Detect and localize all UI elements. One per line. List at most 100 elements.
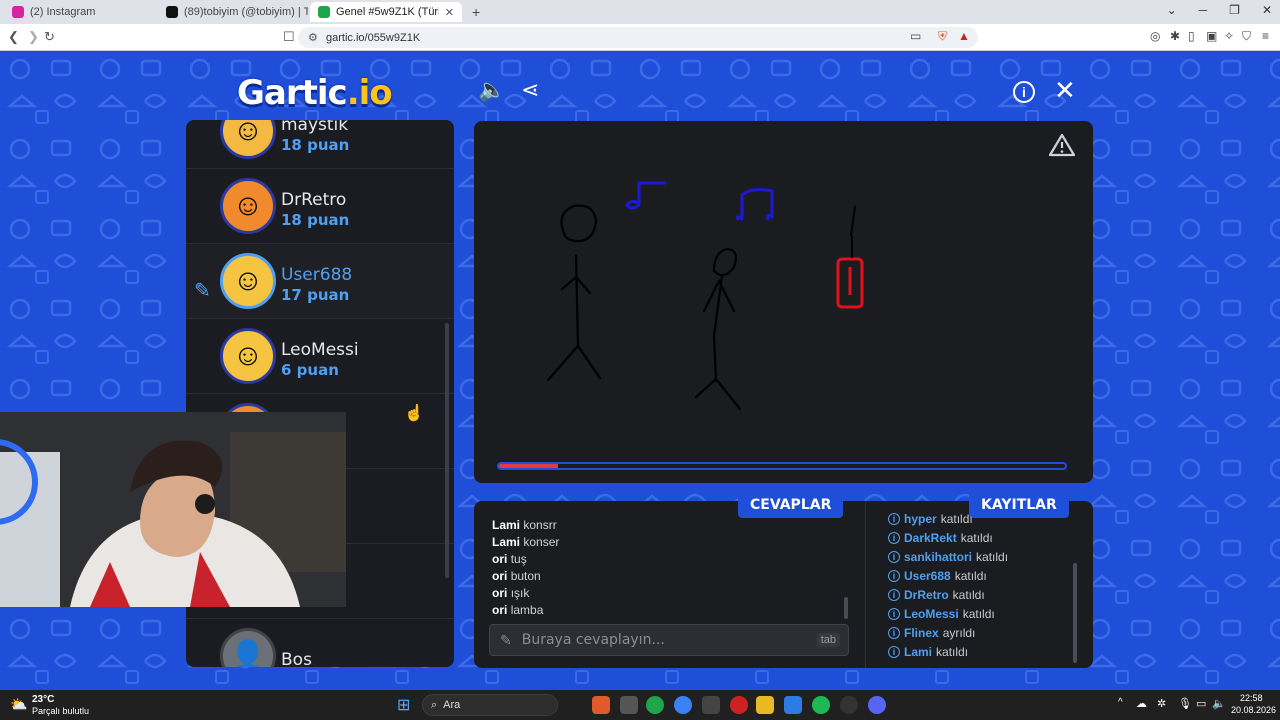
windows-start-icon[interactable]: ⊞ bbox=[397, 695, 410, 715]
tray-icon[interactable]: ✲ bbox=[1157, 697, 1166, 710]
answer-item: ori buton bbox=[492, 569, 541, 583]
round-timer-bar bbox=[497, 462, 1067, 470]
player-row[interactable]: 👤 Bos bbox=[186, 619, 454, 667]
browser-tab-active[interactable]: Genel #5w9Z1K (Türkçe) - Gartic ✕ bbox=[310, 2, 462, 22]
info-icon[interactable]: i bbox=[1013, 81, 1035, 103]
puzzle-icon[interactable]: ✱ bbox=[1170, 29, 1180, 43]
clock-time[interactable]: 22:58 bbox=[1240, 693, 1263, 703]
vpn-icon[interactable]: ⛉ bbox=[1242, 29, 1251, 44]
network-icon[interactable]: ▭ bbox=[1196, 697, 1206, 710]
player-row[interactable]: ☺ LeoMessi 6 puan bbox=[186, 319, 454, 394]
gartic-icon bbox=[318, 6, 330, 18]
player-row[interactable]: ☺ maystik 18 puan bbox=[186, 120, 454, 169]
url-field[interactable]: ⚙ gartic.io/055w9Z1K bbox=[298, 27, 978, 48]
log-item: i DrRetro katıldı bbox=[888, 588, 985, 602]
tab-key-hint: tab bbox=[816, 633, 840, 647]
tiktok-icon bbox=[166, 6, 178, 18]
clock-date[interactable]: 20.08.2026 bbox=[1231, 705, 1276, 715]
leo-icon[interactable]: ✧ bbox=[1224, 29, 1234, 43]
log-item: i sankihattori katıldı bbox=[888, 550, 1008, 564]
weather-icon[interactable]: ⛅ bbox=[10, 696, 27, 713]
spotify-icon[interactable] bbox=[812, 696, 830, 714]
app-icon[interactable] bbox=[620, 696, 638, 714]
player-name: DrRetro bbox=[281, 190, 347, 210]
sidebar-icon[interactable]: ▯ bbox=[1188, 29, 1195, 43]
player-row[interactable]: ☺ DrRetro 18 puan bbox=[186, 169, 454, 244]
logs-scrollbar[interactable] bbox=[1073, 563, 1077, 663]
chevron-down-icon[interactable]: ⌄ bbox=[1167, 3, 1177, 17]
forward-icon[interactable]: ❯ bbox=[28, 29, 39, 45]
log-item: i hyper katıldı bbox=[888, 512, 973, 526]
share-icon[interactable]: ⋖ bbox=[521, 77, 539, 103]
volume-icon[interactable]: 🔈 bbox=[1212, 697, 1226, 710]
gartic-logo[interactable]: Gartic.io bbox=[237, 73, 393, 113]
logo-io-text: .io bbox=[346, 73, 393, 113]
wallet-icon[interactable]: ▣ bbox=[1206, 29, 1217, 43]
discord-icon[interactable] bbox=[868, 696, 886, 714]
app-icon[interactable] bbox=[730, 696, 748, 714]
browser-tab[interactable]: (2) Instagram bbox=[4, 2, 156, 22]
smiley-avatar-icon: ☺ bbox=[232, 120, 264, 147]
answer-item: ori tuş bbox=[492, 552, 527, 566]
app-icon[interactable] bbox=[702, 696, 720, 714]
drawing bbox=[546, 181, 864, 411]
weather-desc[interactable]: Parçalı bulutlu bbox=[32, 706, 89, 716]
maximize-icon[interactable]: ❐ bbox=[1229, 3, 1240, 17]
reload-icon[interactable]: ↻ bbox=[44, 29, 55, 45]
menu-icon[interactable]: ≡ bbox=[1262, 29, 1269, 43]
app-icon[interactable] bbox=[840, 696, 858, 714]
browser-tab-bar: (2) Instagram (89)tobiyim (@tobiyim) | T… bbox=[0, 0, 1280, 24]
tray-icon[interactable]: ☁ bbox=[1136, 697, 1147, 710]
answers-scrollbar[interactable] bbox=[844, 597, 848, 619]
info-icon: i bbox=[888, 532, 900, 544]
tab-title: (2) Instagram bbox=[30, 6, 96, 18]
answer-item: Lami konser bbox=[492, 535, 560, 549]
drawing-canvas[interactable] bbox=[474, 121, 1093, 483]
site-info-icon[interactable]: ⚙ bbox=[308, 31, 318, 44]
close-icon[interactable]: ✕ bbox=[1054, 75, 1076, 106]
round-timer-fill bbox=[499, 464, 559, 468]
close-tab-icon[interactable]: ✕ bbox=[445, 6, 454, 19]
player-list-scrollbar[interactable] bbox=[445, 323, 449, 578]
chrome-icon[interactable] bbox=[646, 696, 664, 714]
logo-text: Gartic bbox=[237, 73, 348, 113]
microphone-icon[interactable]: 🎙 bbox=[1178, 697, 1192, 710]
new-tab-button[interactable]: + bbox=[464, 2, 486, 22]
back-icon[interactable]: ❮ bbox=[8, 29, 19, 45]
cast-icon[interactable]: ▭ bbox=[910, 29, 921, 43]
window-controls: ⌄ ─ ❐ ✕ bbox=[1167, 3, 1272, 17]
player-score: 6 puan bbox=[281, 361, 339, 379]
close-window-icon[interactable]: ✕ bbox=[1262, 3, 1272, 17]
search-icon: ⌕ bbox=[431, 698, 438, 711]
file-explorer-icon[interactable] bbox=[756, 696, 774, 714]
info-icon: i bbox=[888, 570, 900, 582]
brave-rewards-icon[interactable]: ▲ bbox=[958, 29, 970, 43]
info-icon: i bbox=[888, 646, 900, 658]
player-name: Bos bbox=[281, 650, 312, 667]
bookmark-icon[interactable]: ☐ bbox=[283, 29, 295, 45]
chevron-up-icon[interactable]: ^ bbox=[1118, 697, 1123, 708]
log-item: i User688 katıldı bbox=[888, 569, 987, 583]
browser-tab[interactable]: (89)tobiyim (@tobiyim) | TikTok bbox=[158, 2, 308, 22]
brave-app-icon[interactable] bbox=[592, 696, 610, 714]
user-silhouette-icon: 👤 bbox=[229, 639, 267, 668]
player-name: User688 bbox=[281, 265, 353, 285]
weather-temp[interactable]: 23°C bbox=[32, 694, 54, 705]
info-icon: i bbox=[888, 608, 900, 620]
instagram-icon bbox=[12, 6, 24, 18]
answer-input[interactable]: ✎ Buraya cevaplayın... tab bbox=[489, 624, 849, 656]
logs-title: KAYITLAR bbox=[969, 492, 1069, 518]
smiley-avatar-icon: ☺ bbox=[232, 189, 264, 222]
player-row-drawing[interactable]: ✎ ☺ User688 17 puan bbox=[186, 244, 454, 319]
app-icon[interactable] bbox=[784, 696, 802, 714]
url-text: gartic.io/055w9Z1K bbox=[326, 31, 421, 44]
app-icon[interactable] bbox=[674, 696, 692, 714]
pointer-hand-icon: ☝ bbox=[404, 405, 424, 422]
taskbar-search[interactable]: ⌕ Ara bbox=[422, 694, 558, 716]
report-warning-icon[interactable] bbox=[1049, 133, 1075, 157]
info-icon: i bbox=[888, 513, 900, 525]
sound-icon[interactable]: 🔈 bbox=[478, 77, 505, 103]
minimize-icon[interactable]: ─ bbox=[1199, 3, 1208, 17]
extension-icon[interactable]: ◎ bbox=[1150, 29, 1160, 43]
brave-shield-icon[interactable]: ⛨ bbox=[938, 29, 947, 44]
